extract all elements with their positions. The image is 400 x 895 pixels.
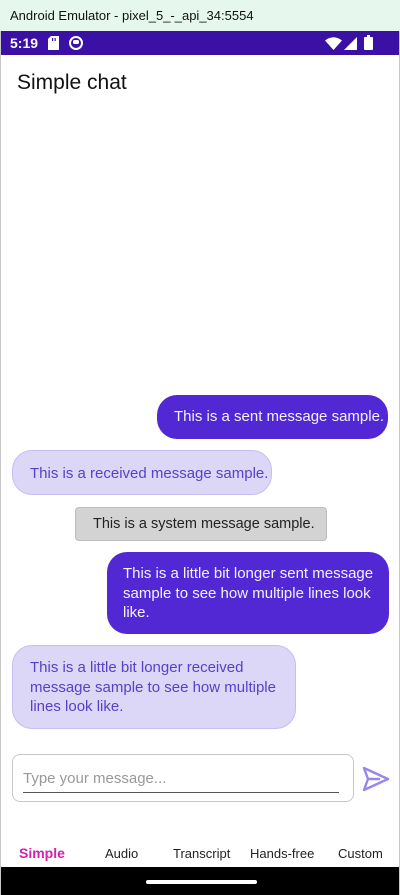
tab-custom[interactable]: Custom (338, 846, 383, 861)
emulator-title-bar: Android Emulator - pixel_5_-_api_34:5554 (0, 0, 400, 31)
send-button[interactable] (361, 764, 391, 794)
status-bar: 5:19 (1, 31, 399, 55)
message-input[interactable] (23, 765, 339, 793)
signal-icon (344, 37, 357, 50)
battery-icon (364, 35, 373, 50)
tab-bar: Simple Audio Transcript Hands-free Custo… (1, 836, 399, 866)
tab-transcript[interactable]: Transcript (173, 846, 230, 861)
page-title: Simple chat (17, 71, 127, 94)
system-message: This is a system message sample. (75, 507, 327, 541)
wifi-icon (325, 37, 342, 50)
home-gesture-handle[interactable] (146, 880, 257, 884)
tab-simple[interactable]: Simple (19, 845, 65, 861)
sent-message: This is a sent message sample. (157, 395, 388, 439)
send-icon (362, 766, 390, 792)
status-time: 5:19 (10, 35, 39, 51)
tab-hands-free[interactable]: Hands-free (250, 846, 314, 861)
tab-audio[interactable]: Audio (105, 846, 138, 861)
system-navigation-bar (1, 867, 399, 895)
app-notification-icon (69, 36, 83, 50)
received-message: This is a received message sample. (12, 450, 272, 495)
received-message: This is a little bit longer received mes… (12, 645, 296, 729)
sent-message: This is a little bit longer sent message… (107, 552, 389, 634)
sd-card-icon (48, 36, 59, 50)
device-screen: 5:19 Simple chat This is a sent message … (0, 31, 400, 895)
message-composer (12, 754, 354, 802)
emulator-title: Android Emulator - pixel_5_-_api_34:5554 (10, 8, 254, 23)
